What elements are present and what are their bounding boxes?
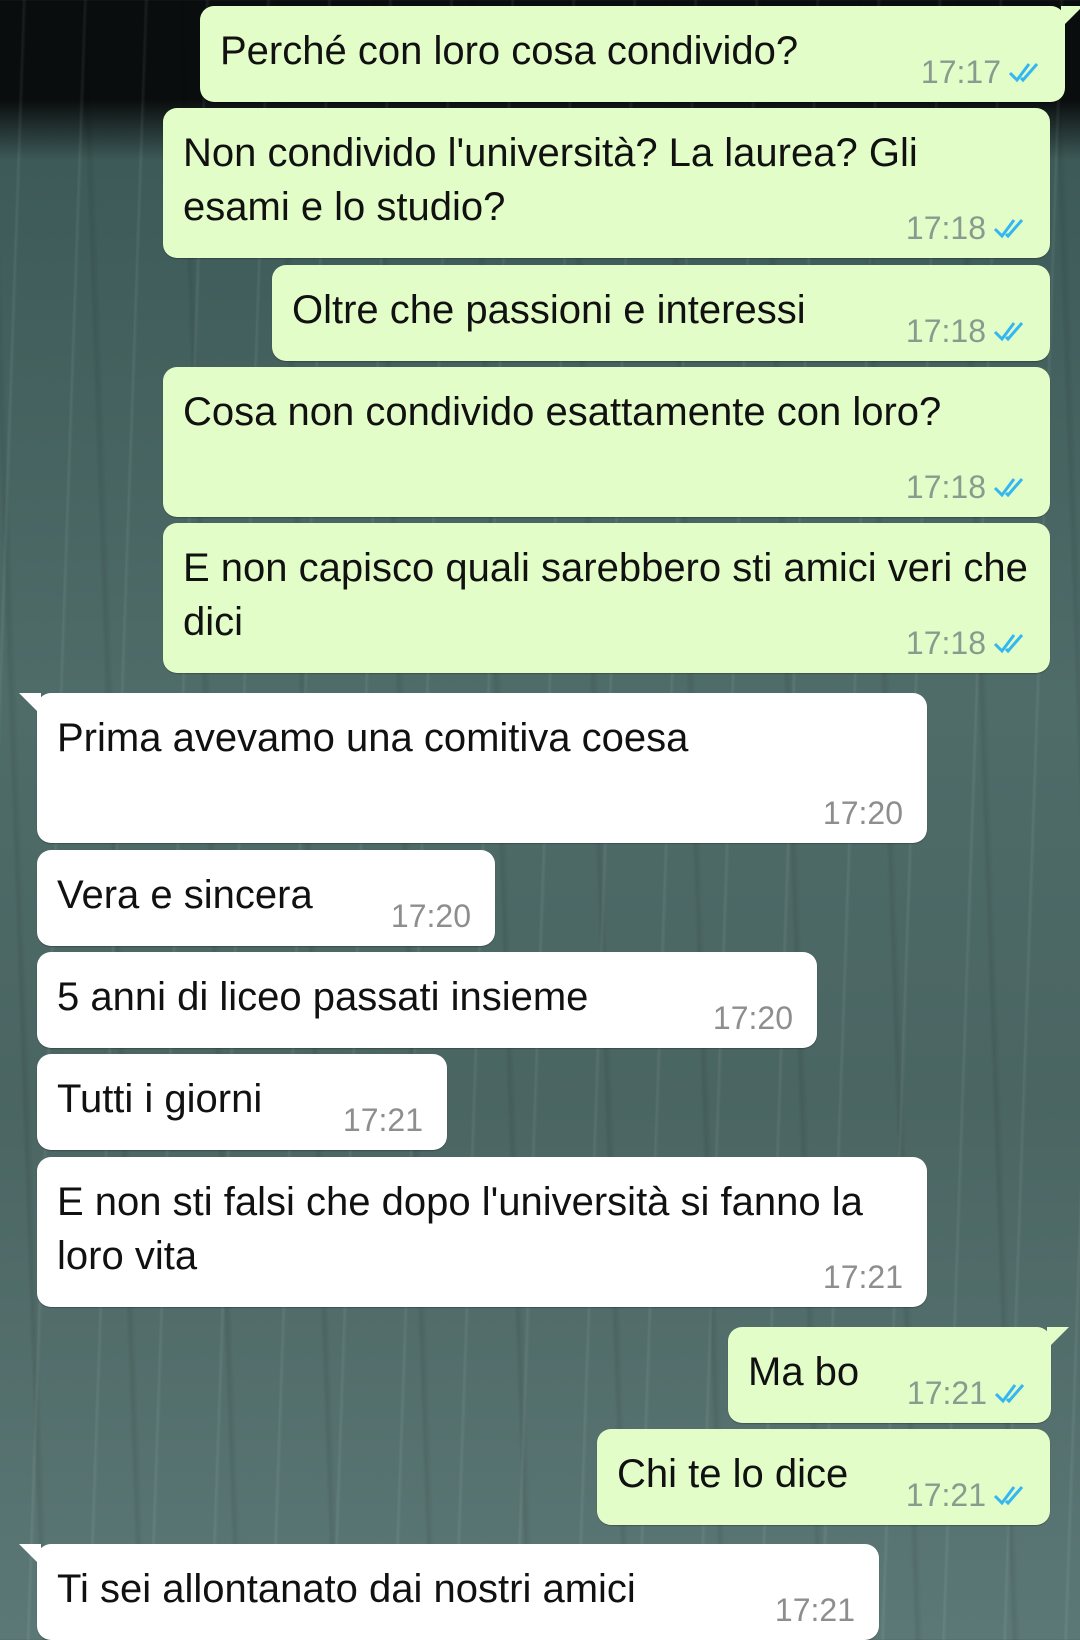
message-text: Prima avevamo una comitiva coesa bbox=[57, 716, 689, 760]
double-check-icon bbox=[993, 1486, 1024, 1506]
message-time: 17:21 bbox=[905, 1477, 986, 1513]
message-time: 17:20 bbox=[390, 898, 471, 934]
message-bubble-incoming[interactable]: Prima avevamo una comitiva coesa 17:20 bbox=[19, 693, 927, 843]
message-time: 17:21 bbox=[906, 1375, 987, 1411]
message-meta: 17:17 bbox=[921, 54, 1047, 90]
message-meta: 17:18 bbox=[906, 469, 1032, 505]
message-bubble-outgoing[interactable]: Cosa non condivido esattamente con loro?… bbox=[163, 367, 1050, 517]
double-check-icon bbox=[993, 322, 1024, 342]
message-text: E non sti falsi che dopo l'università si… bbox=[57, 1180, 863, 1278]
message-time: 17:20 bbox=[712, 1000, 793, 1036]
bubble-tail bbox=[19, 1544, 41, 1566]
message-text: Non condivido l'università? La laurea? G… bbox=[183, 131, 918, 229]
message-time: 17:21 bbox=[822, 1259, 903, 1295]
message-meta: 17:18 bbox=[906, 210, 1032, 246]
double-check-icon bbox=[994, 1384, 1025, 1404]
message-text: Cosa non condivido esattamente con loro? bbox=[183, 390, 942, 434]
message-bubble-outgoing[interactable]: Oltre che passioni e interessi 17:18 bbox=[272, 265, 1050, 361]
message-meta: 17:21 bbox=[343, 1102, 423, 1138]
message-time: 17:18 bbox=[905, 625, 986, 661]
message-text: E non capisco quali sarebbero sti amici … bbox=[183, 546, 1028, 644]
double-check-icon bbox=[993, 219, 1024, 239]
message-meta: 17:18 bbox=[906, 625, 1032, 661]
message-bubble-incoming[interactable]: 5 anni di liceo passati insieme 17:20 bbox=[37, 952, 817, 1048]
message-bubble-outgoing[interactable]: Ma bo 17:21 bbox=[728, 1327, 1069, 1423]
message-time: 17:21 bbox=[342, 1102, 423, 1138]
double-check-icon bbox=[1008, 63, 1039, 83]
message-time: 17:18 bbox=[905, 469, 986, 505]
bubble-tail bbox=[19, 693, 41, 715]
chat-thread[interactable]: Perché con loro cosa condivido? 17:17 No… bbox=[0, 0, 1080, 1640]
message-bubble-outgoing[interactable]: E non capisco quali sarebbero sti amici … bbox=[163, 523, 1050, 673]
message-bubble-incoming[interactable]: Tutti i giorni 17:21 bbox=[37, 1054, 447, 1150]
message-time: 17:21 bbox=[774, 1592, 855, 1628]
message-bubble-outgoing[interactable]: Perché con loro cosa condivido? 17:17 bbox=[200, 6, 1080, 102]
double-check-icon bbox=[993, 634, 1024, 654]
message-time: 17:18 bbox=[905, 210, 986, 246]
message-bubble-incoming[interactable]: E non sti falsi che dopo l'università si… bbox=[37, 1157, 927, 1307]
message-time: 17:18 bbox=[905, 313, 986, 349]
message-meta: 17:20 bbox=[713, 1000, 793, 1036]
message-meta: 17:21 bbox=[907, 1375, 1033, 1411]
bubble-tail bbox=[1047, 1327, 1069, 1349]
message-time: 17:20 bbox=[822, 795, 903, 831]
message-bubble-outgoing[interactable]: Chi te lo dice 17:21 bbox=[597, 1429, 1050, 1525]
message-text: 5 anni di liceo passati insieme bbox=[57, 975, 589, 1019]
message-bubble-outgoing[interactable]: Non condivido l'università? La laurea? G… bbox=[163, 108, 1050, 258]
message-bubble-incoming[interactable]: Vera e sincera 17:20 bbox=[37, 850, 495, 946]
message-meta: 17:21 bbox=[906, 1477, 1032, 1513]
message-bubble-incoming[interactable]: Ti sei allontanato dai nostri amici 17:2… bbox=[19, 1544, 879, 1640]
message-meta: 17:18 bbox=[906, 313, 1032, 349]
message-text: Ti sei allontanato dai nostri amici bbox=[57, 1567, 636, 1611]
message-meta: 17:20 bbox=[823, 795, 903, 831]
message-time: 17:17 bbox=[920, 54, 1001, 90]
bubble-tail bbox=[1061, 6, 1080, 28]
message-meta: 17:20 bbox=[391, 898, 471, 934]
message-meta: 17:21 bbox=[775, 1592, 855, 1628]
double-check-icon bbox=[993, 478, 1024, 498]
message-meta: 17:21 bbox=[823, 1259, 903, 1295]
